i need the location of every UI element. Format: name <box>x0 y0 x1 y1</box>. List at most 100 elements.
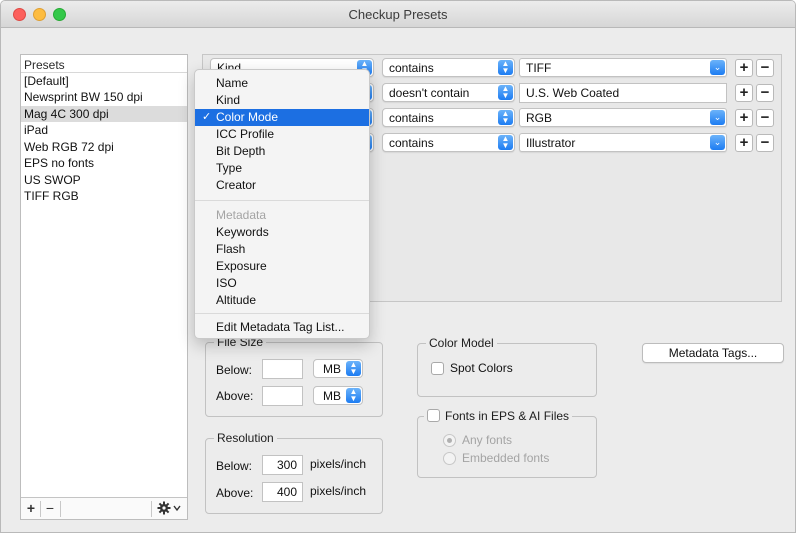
preset-item-eps-no-fonts[interactable]: EPS no fonts <box>21 155 187 171</box>
rule-operator-value: contains <box>389 111 434 125</box>
checkup-presets-window: Checkup Presets Presets [Default] Newspr… <box>0 0 796 533</box>
chevron-down-icon[interactable]: ⌄ <box>710 110 725 125</box>
menu-item-altitude[interactable]: Altitude <box>195 292 369 309</box>
unit-value: MB <box>323 362 341 376</box>
menu-header-metadata: Metadata <box>216 208 267 222</box>
rule-value-text: Illustrator <box>526 136 576 150</box>
menu-item-exposure[interactable]: Exposure <box>195 258 369 275</box>
rule-value-text: U.S. Web Coated <box>526 86 620 100</box>
attribute-dropdown-menu: Name Kind ✓ Color Mode ICC Profile Bit D… <box>194 69 370 339</box>
resolution-below-unit: pixels/inch <box>310 457 367 471</box>
resolution-title: Resolution <box>214 431 277 445</box>
window-title: Checkup Presets <box>348 7 448 22</box>
rule-operator-popup[interactable]: contains ▲ ▼ <box>382 133 515 152</box>
file-size-above-label: Above: <box>216 389 254 403</box>
menu-item-kind[interactable]: Kind <box>195 92 369 109</box>
resolution-below-label: Below: <box>216 459 253 473</box>
remove-rule-button[interactable]: − <box>756 84 774 102</box>
rule-value-text: TIFF <box>526 61 552 75</box>
toolbar-divider <box>60 501 61 517</box>
preset-item-default[interactable]: [Default] <box>21 73 187 89</box>
popup-stepper-icon: ▲▼ <box>346 388 361 403</box>
add-rule-button[interactable]: + <box>735 109 753 127</box>
menu-item-type[interactable]: Type <box>195 160 369 177</box>
preset-item-tiff-rgb[interactable]: TIFF RGB <box>21 188 187 204</box>
resolution-group: Resolution Below: 300 pixels/inch Above:… <box>205 431 383 514</box>
menu-item-keywords[interactable]: Keywords <box>195 224 369 241</box>
preset-item-web-rgb[interactable]: Web RGB 72 dpi <box>21 139 187 155</box>
spot-colors-label: Spot Colors <box>450 361 513 375</box>
menu-item-edit-metadata-tag-list[interactable]: Edit Metadata Tag List... <box>195 319 369 336</box>
rule-operator-popup[interactable]: contains ▲ ▼ <box>382 58 515 77</box>
gear-icon <box>157 501 181 515</box>
menu-item-bit-depth[interactable]: Bit Depth <box>195 143 369 160</box>
remove-rule-button[interactable]: − <box>756 134 774 152</box>
any-fonts-radio[interactable] <box>443 434 456 447</box>
preset-item-newsprint[interactable]: Newsprint BW 150 dpi <box>21 89 187 105</box>
preset-item-mag-4c[interactable]: Mag 4C 300 dpi <box>21 106 187 122</box>
popup-stepper-icon: ▲▼ <box>498 85 513 100</box>
menu-item-color-mode[interactable]: ✓ Color Mode <box>195 109 369 126</box>
preset-item-ipad[interactable]: iPad <box>21 122 187 138</box>
menu-separator <box>195 313 369 314</box>
color-model-group: Color Model Spot Colors <box>417 336 597 397</box>
add-rule-button[interactable]: + <box>735 134 753 152</box>
checkmark-icon: ✓ <box>202 111 212 123</box>
resolution-above-label: Above: <box>216 486 254 500</box>
popup-stepper-icon: ▲▼ <box>498 60 513 75</box>
file-size-above-unit-popup[interactable]: MB ▲ ▼ <box>313 386 363 405</box>
metadata-tags-button[interactable]: Metadata Tags... <box>642 343 784 363</box>
toolbar-divider <box>40 501 41 517</box>
menu-item-icc-profile[interactable]: ICC Profile <box>195 126 369 143</box>
fonts-group: Fonts in EPS & AI Files Any fonts Embedd… <box>417 409 597 478</box>
chevron-down-icon[interactable]: ⌄ <box>710 135 725 150</box>
fonts-group-header: Fonts in EPS & AI Files <box>424 409 573 423</box>
menu-item-name[interactable]: Name <box>195 75 369 92</box>
color-model-title: Color Model <box>426 336 497 350</box>
rule-operator-popup[interactable]: doesn't contain ▲ ▼ <box>382 83 515 102</box>
fonts-checkbox[interactable] <box>427 409 440 422</box>
add-rule-button[interactable]: + <box>735 59 753 77</box>
rule-operator-value: contains <box>389 136 434 150</box>
rule-value-combobox[interactable]: TIFF ⌄ <box>519 58 727 77</box>
title-bar: Checkup Presets <box>1 1 795 28</box>
presets-list-header: Presets <box>24 58 65 72</box>
rule-value-field[interactable]: U.S. Web Coated <box>519 83 727 103</box>
remove-rule-button[interactable]: − <box>756 109 774 127</box>
resolution-above-unit: pixels/inch <box>310 484 367 498</box>
presets-toolbar: + − <box>21 497 187 519</box>
any-fonts-label: Any fonts <box>462 433 513 447</box>
menu-item-creator[interactable]: Creator <box>195 177 369 194</box>
add-preset-button[interactable]: + <box>23 501 39 517</box>
resolution-above-input[interactable]: 400 <box>262 482 303 502</box>
remove-rule-button[interactable]: − <box>756 59 774 77</box>
rule-operator-popup[interactable]: contains ▲ ▼ <box>382 108 515 127</box>
menu-item-iso[interactable]: ISO <box>195 275 369 292</box>
preset-item-us-swop[interactable]: US SWOP <box>21 172 187 188</box>
chevron-down-icon[interactable]: ⌄ <box>710 60 725 75</box>
rule-value-combobox[interactable]: RGB ⌄ <box>519 108 727 127</box>
rule-operator-value: doesn't contain <box>389 86 470 100</box>
file-size-above-input[interactable] <box>262 386 303 406</box>
action-menu-button[interactable] <box>156 501 184 517</box>
resolution-below-input[interactable]: 300 <box>262 455 303 475</box>
menu-item-flash[interactable]: Flash <box>195 241 369 258</box>
file-size-group: File Size Below: MB ▲ ▼ Above: MB ▲ ▼ <box>205 335 383 417</box>
popup-stepper-icon: ▲▼ <box>346 361 361 376</box>
menu-item-label: Color Mode <box>216 110 279 124</box>
embedded-fonts-radio[interactable] <box>443 452 456 465</box>
rule-operator-value: contains <box>389 61 434 75</box>
add-rule-button[interactable]: + <box>735 84 753 102</box>
fonts-title: Fonts in EPS & AI Files <box>445 409 570 423</box>
presets-list: Presets [Default] Newsprint BW 150 dpi M… <box>20 54 188 520</box>
unit-value: MB <box>323 389 341 403</box>
toolbar-divider <box>151 501 152 517</box>
popup-stepper-icon: ▲▼ <box>498 135 513 150</box>
remove-preset-button[interactable]: − <box>42 501 58 517</box>
rule-value-text: RGB <box>526 111 553 125</box>
rule-value-combobox[interactable]: Illustrator ⌄ <box>519 133 727 152</box>
file-size-below-input[interactable] <box>262 359 303 379</box>
spot-colors-checkbox[interactable] <box>431 362 444 375</box>
file-size-below-unit-popup[interactable]: MB ▲ ▼ <box>313 359 363 378</box>
popup-stepper-icon: ▲▼ <box>498 110 513 125</box>
